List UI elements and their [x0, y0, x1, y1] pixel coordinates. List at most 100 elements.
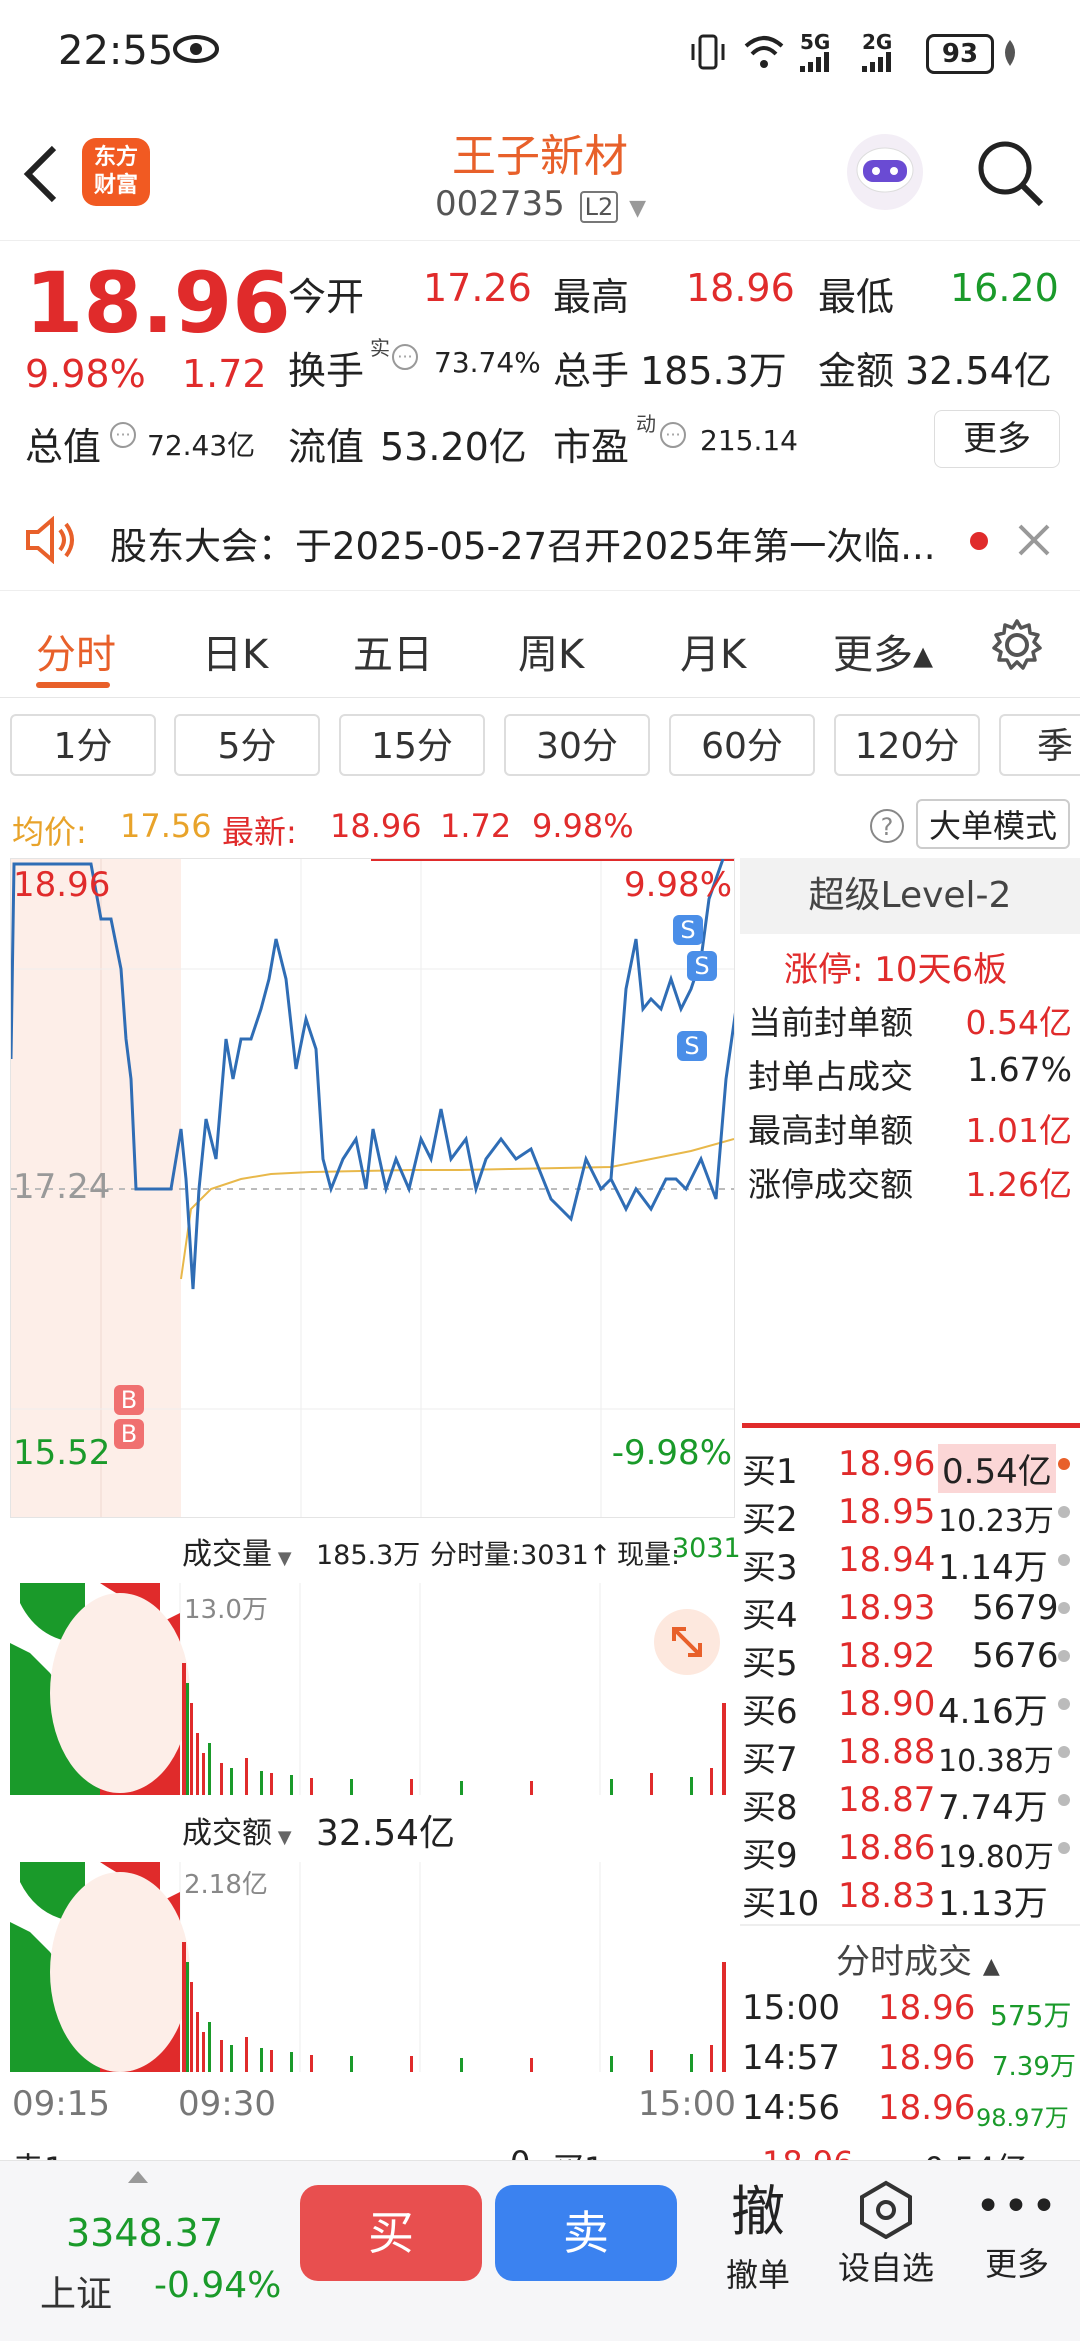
amount-label[interactable]: 成交额 ▼ — [182, 1808, 292, 1852]
level2-row-label: 封单占成交 — [748, 1057, 913, 1096]
volume-chart[interactable]: 成交量 ▼ 185.3万 分时量:3031↑ 现量: 3031 13.0万 — [10, 1525, 741, 1795]
now-volume-label: 现量: — [617, 1540, 681, 1571]
speaker-icon — [26, 516, 74, 564]
volume-label[interactable]: 成交量 ▼ — [182, 1529, 292, 1573]
index-value[interactable]: 3348.37 — [66, 2211, 223, 2255]
tab-five-day[interactable]: 五日 — [353, 622, 433, 680]
avg-value: 17.56 — [120, 807, 212, 845]
period-30min[interactable]: 30分 — [504, 714, 650, 776]
amount-max: 2.18亿 — [184, 1870, 268, 1900]
chevron-down-icon: ▼ — [629, 196, 646, 221]
pe-label: 市盈 — [553, 425, 630, 469]
sell-buy-divider — [742, 1423, 1080, 1428]
more-menu-button[interactable]: ••• 更多 — [972, 2179, 1062, 2285]
expand-icon[interactable] — [654, 1609, 720, 1675]
add-watchlist-button[interactable]: 设自选 — [830, 2179, 942, 2289]
sell-marker[interactable]: S — [687, 951, 717, 981]
orderbook-row[interactable]: 买10 18.83 1.13万 — [740, 1872, 1080, 1924]
period-15min[interactable]: 15分 — [339, 714, 485, 776]
chart-info-bar: 均价: 17.56 最新: 18.96 1.72 9.98% ? 大单模式 — [0, 795, 1080, 855]
stock-code[interactable]: 002735 L2 ▼ — [435, 184, 646, 224]
cancel-order-label: 撤单 — [725, 2256, 790, 2294]
tab-indicator — [36, 682, 110, 688]
cancel-order-icon: 撤 — [731, 2180, 785, 2243]
amount-label: 金额 — [818, 349, 895, 393]
level2-row-value: 1.67% — [967, 1050, 1072, 1089]
orderbook-row[interactable]: 买5 18.92 5676 — [740, 1632, 1080, 1684]
pe-sup: 动 — [636, 412, 656, 436]
open-label: 今开 — [288, 275, 365, 319]
current-price: 18.96 — [25, 254, 291, 352]
more-dots-icon-3[interactable]: ··· — [660, 422, 686, 448]
more-button[interactable]: 更多 — [934, 410, 1060, 468]
more-dots-icon-2[interactable]: ··· — [110, 422, 136, 448]
level-badge: L2 — [579, 191, 619, 223]
big-order-mode-button[interactable]: 大单模式 — [916, 799, 1070, 849]
orderbook-row[interactable]: 买9 18.86 19.80万 — [740, 1824, 1080, 1876]
index-pct[interactable]: -0.94% — [154, 2265, 281, 2306]
notice-bar[interactable]: 股东大会：于2025-05-27召开2025年第一次临... — [0, 490, 1080, 591]
low-value: 16.20 — [950, 266, 1059, 310]
period-60min[interactable]: 60分 — [669, 714, 815, 776]
orderbook-row[interactable]: 买1 18.96 0.54亿 — [740, 1440, 1080, 1493]
robot-assistant-icon[interactable] — [845, 132, 925, 212]
orderbook-row[interactable]: 买7 18.88 10.38万 — [740, 1728, 1080, 1780]
float-label: 流值 — [288, 425, 365, 469]
index-name[interactable]: 上证 — [40, 2265, 112, 2317]
cancel-order-button[interactable]: 撤 撤单 — [720, 2167, 796, 2296]
tab-weekly-k[interactable]: 周K — [518, 622, 584, 680]
orderbook-row[interactable]: 买6 18.90 4.16万 — [740, 1680, 1080, 1732]
ticks-title[interactable]: 分时成交 ▲ — [836, 1934, 1000, 1983]
intraday-chart[interactable]: 18.96 9.98% 17.24 15.52 -9.98% B B S S S — [10, 858, 735, 1518]
buy-button[interactable]: 买 — [300, 2185, 482, 2281]
tab-monthly-k[interactable]: 月K — [680, 622, 746, 680]
period-tabs: 1分 5分 15分 30分 60分 120分 季 — [0, 700, 1080, 790]
more-dots-icon: ••• — [975, 2181, 1059, 2232]
order-dot — [1058, 1458, 1070, 1470]
price-pct: 9.98% — [25, 352, 146, 396]
orderbook-row[interactable]: 买8 18.87 7.74万 — [740, 1776, 1080, 1828]
orderbook-row[interactable]: 买4 18.93 5679 — [740, 1584, 1080, 1636]
level2-title[interactable]: 超级Level-2 — [740, 858, 1080, 934]
volume-max: 13.0万 — [184, 1595, 268, 1625]
turnover-sup: 实 — [370, 336, 390, 360]
orderbook-row[interactable]: 买3 18.94 1.14万 — [740, 1536, 1080, 1588]
quote-panel: 18.96 9.98% 1.72 今开 17.26 最高 18.96 最低 16… — [0, 240, 1080, 491]
sell-button[interactable]: 卖 — [495, 2185, 677, 2281]
tab-more[interactable]: 更多▴ — [833, 622, 933, 680]
period-5min[interactable]: 5分 — [174, 714, 320, 776]
unread-dot — [970, 532, 988, 550]
more-menu-label: 更多 — [984, 2245, 1049, 2283]
buy-marker[interactable]: B — [114, 1419, 144, 1449]
network-label-2: 2G — [862, 30, 893, 54]
period-quarter[interactable]: 季 — [999, 714, 1080, 776]
limit-up-streak: 涨停: 10天6板 — [784, 950, 1008, 990]
period-120min[interactable]: 120分 — [834, 714, 980, 776]
volume-label: 总手 — [553, 349, 630, 393]
more-dots-icon[interactable]: ··· — [392, 344, 418, 370]
high-label: 最高 — [553, 275, 630, 319]
time-axis-start: 09:15 — [12, 2084, 110, 2124]
search-icon[interactable] — [975, 138, 1047, 210]
tab-fenshi[interactable]: 分时 — [36, 622, 116, 680]
time-axis-close: 15:00 — [638, 2084, 736, 2124]
tab-daily-k[interactable]: 日K — [202, 622, 268, 680]
sell-marker[interactable]: S — [677, 1031, 707, 1061]
orderbook-row[interactable]: 买2 18.95 10.23万 — [740, 1488, 1080, 1540]
buy-marker[interactable]: B — [114, 1385, 144, 1415]
high-value: 18.96 — [686, 266, 795, 310]
sell-marker[interactable]: S — [673, 915, 703, 945]
latest-label: 最新: — [222, 813, 297, 851]
amount-chart[interactable]: 成交额 ▼ 32.54亿 2.18亿 — [10, 1800, 735, 2075]
latest-value: 18.96 — [330, 807, 422, 845]
help-icon[interactable]: ? — [870, 809, 904, 843]
time-axis-open: 09:30 — [178, 2084, 276, 2124]
gear-icon[interactable] — [990, 618, 1044, 672]
wifi-icon — [744, 36, 784, 68]
tick-row: 14:56 18.96 98.97万 — [742, 2088, 1069, 2132]
period-1min[interactable]: 1分 — [10, 714, 156, 776]
bottom-bar: 3348.37 上证 -0.94% 买 卖 撤 撤单 设自选 ••• 更多 — [0, 2160, 1080, 2341]
close-icon[interactable] — [1018, 524, 1050, 556]
chart-bottom-price: 15.52 — [13, 1433, 111, 1473]
level2-row-value: 0.54亿 — [965, 1003, 1072, 1042]
